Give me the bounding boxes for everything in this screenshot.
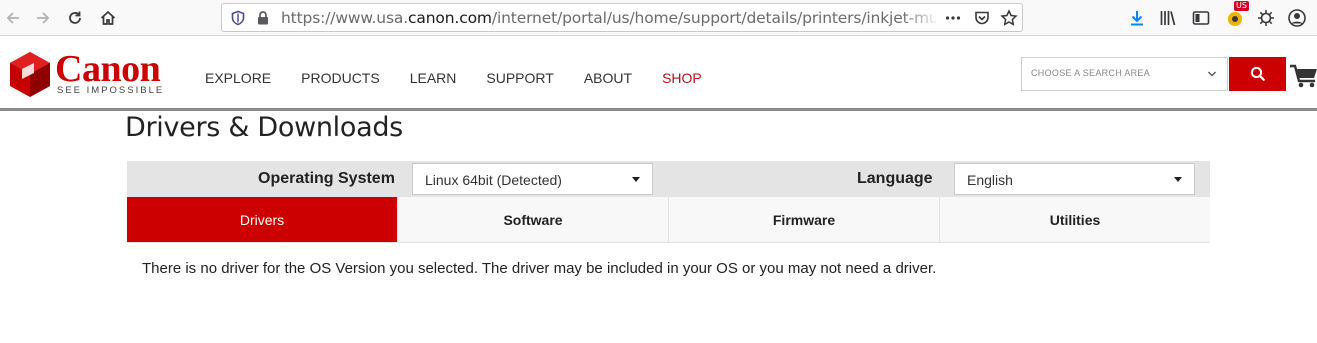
url-text[interactable]: https://www.usa.canon.com/internet/porta… [281,9,936,28]
brand-tagline: SEE IMPOSSIBLE [57,85,165,96]
extension-icon[interactable] [1225,8,1245,28]
canon-cube-icon [10,52,50,97]
no-driver-message: There is no driver for the OS Version yo… [142,260,937,277]
tab-software[interactable]: Software [398,197,669,242]
pocket-icon[interactable] [973,9,991,27]
shopping-cart-icon[interactable] [1290,60,1317,90]
search-button[interactable] [1229,57,1286,91]
virus-extension-icon[interactable] [1256,8,1276,28]
forward-button[interactable] [30,5,56,31]
url-bar[interactable]: https://www.usa.canon.com/internet/porta… [221,3,1023,32]
os-select-value: Linux 64bit (Detected) [425,172,562,188]
language-select[interactable]: English [954,163,1195,195]
language-label: Language [857,170,933,187]
tab-utilities[interactable]: Utilities [940,197,1210,242]
url-fade [902,8,940,29]
browser-toolbar: https://www.usa.canon.com/internet/porta… [0,0,1317,36]
sidebar-icon[interactable] [1191,8,1211,28]
tab-firmware[interactable]: Firmware [669,197,940,242]
lock-icon[interactable] [255,10,271,26]
os-label: Operating System [258,170,395,187]
download-tabs: Drivers Software Firmware Utilities [127,197,1210,243]
forward-arrow-icon [37,12,50,24]
extension-badge: US [1234,1,1249,11]
reload-icon [69,11,81,24]
caret-down-icon [632,177,640,182]
account-icon[interactable] [1287,8,1307,28]
nav-shop[interactable]: SHOP [647,66,717,90]
search-area-placeholder: CHOOSE A SEARCH AREA [1031,68,1151,78]
nav-explore[interactable]: EXPLORE [190,66,286,90]
page-title: Drivers & Downloads [125,112,403,143]
os-select[interactable]: Linux 64bit (Detected) [412,163,653,195]
filter-bar: Operating System Linux 64bit (Detected) … [127,161,1210,197]
caret-down-icon [1174,177,1182,182]
back-button[interactable] [0,5,26,31]
main-nav: EXPLORE PRODUCTS LEARN SUPPORT ABOUT SHO… [190,66,717,90]
home-icon [100,10,116,25]
search-area-select[interactable]: CHOOSE A SEARCH AREA [1021,57,1228,91]
reload-button[interactable] [62,5,88,31]
url-path: /internet/portal/us/home/support/details… [491,9,936,27]
language-select-value: English [967,172,1013,188]
tracking-shield-icon[interactable] [230,10,246,26]
back-arrow-icon [6,12,19,24]
canon-logo[interactable]: Canon SEE IMPOSSIBLE [8,48,168,103]
library-icon[interactable] [1158,8,1178,28]
chevron-down-icon [1208,71,1216,77]
tab-drivers[interactable]: Drivers [127,197,398,242]
url-prefix: https://www.usa. [281,9,409,27]
nav-support[interactable]: SUPPORT [471,66,568,90]
url-host: canon.com [408,9,492,27]
nav-about[interactable]: ABOUT [569,66,647,90]
home-button[interactable] [95,5,121,31]
download-icon[interactable] [1127,8,1147,28]
search-icon [1250,66,1265,82]
nav-products[interactable]: PRODUCTS [286,66,395,90]
nav-learn[interactable]: LEARN [395,66,472,90]
bookmark-star-icon[interactable] [1000,9,1018,27]
page-actions-icon[interactable] [944,9,962,27]
